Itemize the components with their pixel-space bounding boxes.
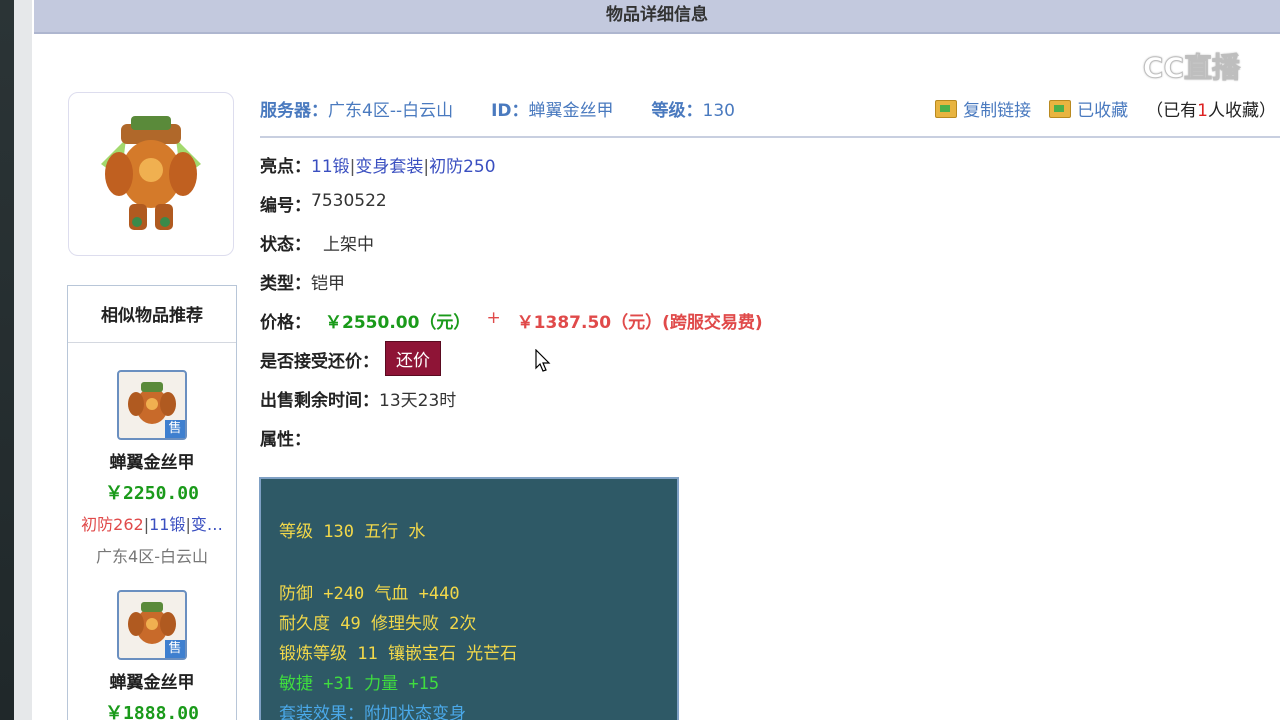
attr-level-element: 等级 130 五行 水 bbox=[279, 522, 426, 542]
tag-defense: 初防262 bbox=[81, 515, 144, 534]
item-header: 服务器：广东4区--白云山 ID：蝉翼金丝甲 等级：130 复制链接 已收藏 （已有… bbox=[260, 96, 1280, 126]
id-label: ID： bbox=[491, 101, 529, 121]
sell-badge: 售 bbox=[165, 640, 185, 658]
copy-link-label: 复制链接 bbox=[963, 101, 1032, 121]
status-row: 状态： 上架中 bbox=[260, 230, 763, 269]
page-title: 物品详细信息 bbox=[34, 0, 1280, 34]
attributes-row: 属性： bbox=[260, 425, 763, 464]
stream-watermark: CC直播 bbox=[1092, 44, 1241, 88]
server-label: 服务器： bbox=[260, 101, 328, 121]
tag-forge: 11锻 bbox=[149, 515, 186, 534]
attr-forge-gem: 锻炼等级 11 镶嵌宝石 光芒石 bbox=[279, 644, 518, 664]
attr-defense-hp: 防御 +240 气血 +440 bbox=[279, 584, 460, 604]
mouse-cursor-icon bbox=[535, 349, 551, 372]
similar-item-name[interactable]: 蝉翼金丝甲 bbox=[68, 668, 236, 693]
item-detail-page: 物品详细信息 CC直播 相似物品推荐 售 蝉翼金丝甲 ￥2250.00 初防26… bbox=[32, 0, 1280, 720]
similar-items-title: 相似物品推荐 bbox=[68, 286, 236, 343]
price-row: 价格： ￥2550.00（元） + ￥1387.50（元）(跨服交易费) bbox=[260, 308, 763, 347]
type-label: 类型： bbox=[260, 274, 311, 294]
header-divider bbox=[260, 136, 1280, 138]
attr-durability: 耐久度 49 修理失败 2次 bbox=[279, 614, 477, 634]
cc-logo-icon bbox=[1092, 44, 1137, 88]
item-actions: 复制链接 已收藏 （已有1人收藏） bbox=[917, 96, 1276, 121]
number-row: 编号： 7530522 bbox=[260, 191, 763, 230]
remaining-time-label: 出售剩余时间： bbox=[260, 391, 379, 411]
similar-item-server: 广东4区-白云山 bbox=[96, 547, 208, 566]
bargain-button[interactable]: 还价 bbox=[385, 341, 441, 376]
armor-icon bbox=[101, 116, 201, 230]
favorite-count: （已有1人收藏） bbox=[1146, 101, 1276, 121]
highlights-row: 亮点： 11锻|变身套装|初防250 bbox=[260, 152, 763, 191]
item-info: 服务器：广东4区--白云山 ID：蝉翼金丝甲 等级：130 复制链接 已收藏 （已有… bbox=[260, 96, 1280, 450]
similar-item[interactable]: 售 蝉翼金丝甲 ￥1888.00 bbox=[68, 590, 236, 720]
price-label: 价格： bbox=[260, 313, 311, 333]
number-value: 7530522 bbox=[311, 191, 387, 211]
similar-item-name[interactable]: 蝉翼金丝甲 bbox=[68, 448, 236, 473]
favorite-folder-icon bbox=[1049, 99, 1072, 118]
similar-item-tags: 初防262|11锻|变… bbox=[81, 515, 223, 534]
number-label: 编号： bbox=[260, 196, 311, 216]
price-value: ￥2550.00（元） bbox=[325, 313, 471, 333]
level-value: 130 bbox=[702, 101, 735, 121]
item-fields: 亮点： 11锻|变身套装|初防250 编号： 7530522 状态： 上架中 类… bbox=[260, 152, 763, 464]
similar-item-price: ￥1888.00 bbox=[105, 703, 199, 720]
similar-item-price: ￥2250.00 bbox=[105, 483, 199, 504]
left-margin bbox=[14, 0, 32, 720]
remaining-time-value: 13天23时 bbox=[379, 391, 457, 411]
attributes-label: 属性： bbox=[260, 430, 311, 450]
status-label: 状态： bbox=[260, 235, 311, 255]
similar-item[interactable]: 售 蝉翼金丝甲 ￥2250.00 初防262|11锻|变… 广东4区-白云山 bbox=[68, 370, 236, 567]
bargain-label: 是否接受还价： bbox=[260, 352, 379, 372]
similar-item-thumb[interactable]: 售 bbox=[117, 370, 187, 440]
attr-set-effect: 套装效果：附加状态变身 bbox=[279, 704, 466, 720]
level-label: 等级： bbox=[651, 101, 703, 121]
bargain-row: 是否接受还价： 还价 bbox=[260, 341, 763, 386]
type-value: 铠甲 bbox=[311, 274, 345, 294]
remaining-time-row: 出售剩余时间： 13天23时 bbox=[260, 386, 763, 425]
item-image bbox=[68, 92, 234, 256]
favorite-button[interactable]: 已收藏 bbox=[1049, 96, 1128, 121]
left-edge bbox=[0, 0, 14, 720]
status-value: 上架中 bbox=[323, 235, 374, 255]
similar-item-thumb[interactable]: 售 bbox=[117, 590, 187, 660]
attr-agility-strength: 敏捷 +31 力量 +15 bbox=[279, 674, 440, 694]
sell-badge: 售 bbox=[165, 420, 185, 438]
highlights-tags: 11锻|变身套装|初防250 bbox=[311, 157, 496, 177]
cross-server-fee: ￥1387.50（元）(跨服交易费) bbox=[516, 313, 763, 333]
type-row: 类型： 铠甲 bbox=[260, 269, 763, 308]
id-value: 蝉翼金丝甲 bbox=[528, 101, 614, 121]
similar-items-panel: 相似物品推荐 售 蝉翼金丝甲 ￥2250.00 初防262|11锻|变… 广东4… bbox=[67, 285, 237, 720]
server-value: 广东4区--白云山 bbox=[328, 101, 454, 121]
tag-transform: 变… bbox=[190, 515, 223, 534]
attributes-panel: 等级 130 五行 水 防御 +240 气血 +440 耐久度 49 修理失败 … bbox=[259, 477, 679, 720]
link-folder-icon bbox=[935, 99, 958, 118]
favorite-label: 已收藏 bbox=[1077, 101, 1129, 121]
price-plus: + bbox=[486, 308, 501, 328]
highlights-label: 亮点： bbox=[260, 157, 311, 177]
watermark-text: CC直播 bbox=[1142, 51, 1240, 85]
copy-link-button[interactable]: 复制链接 bbox=[935, 96, 1031, 121]
